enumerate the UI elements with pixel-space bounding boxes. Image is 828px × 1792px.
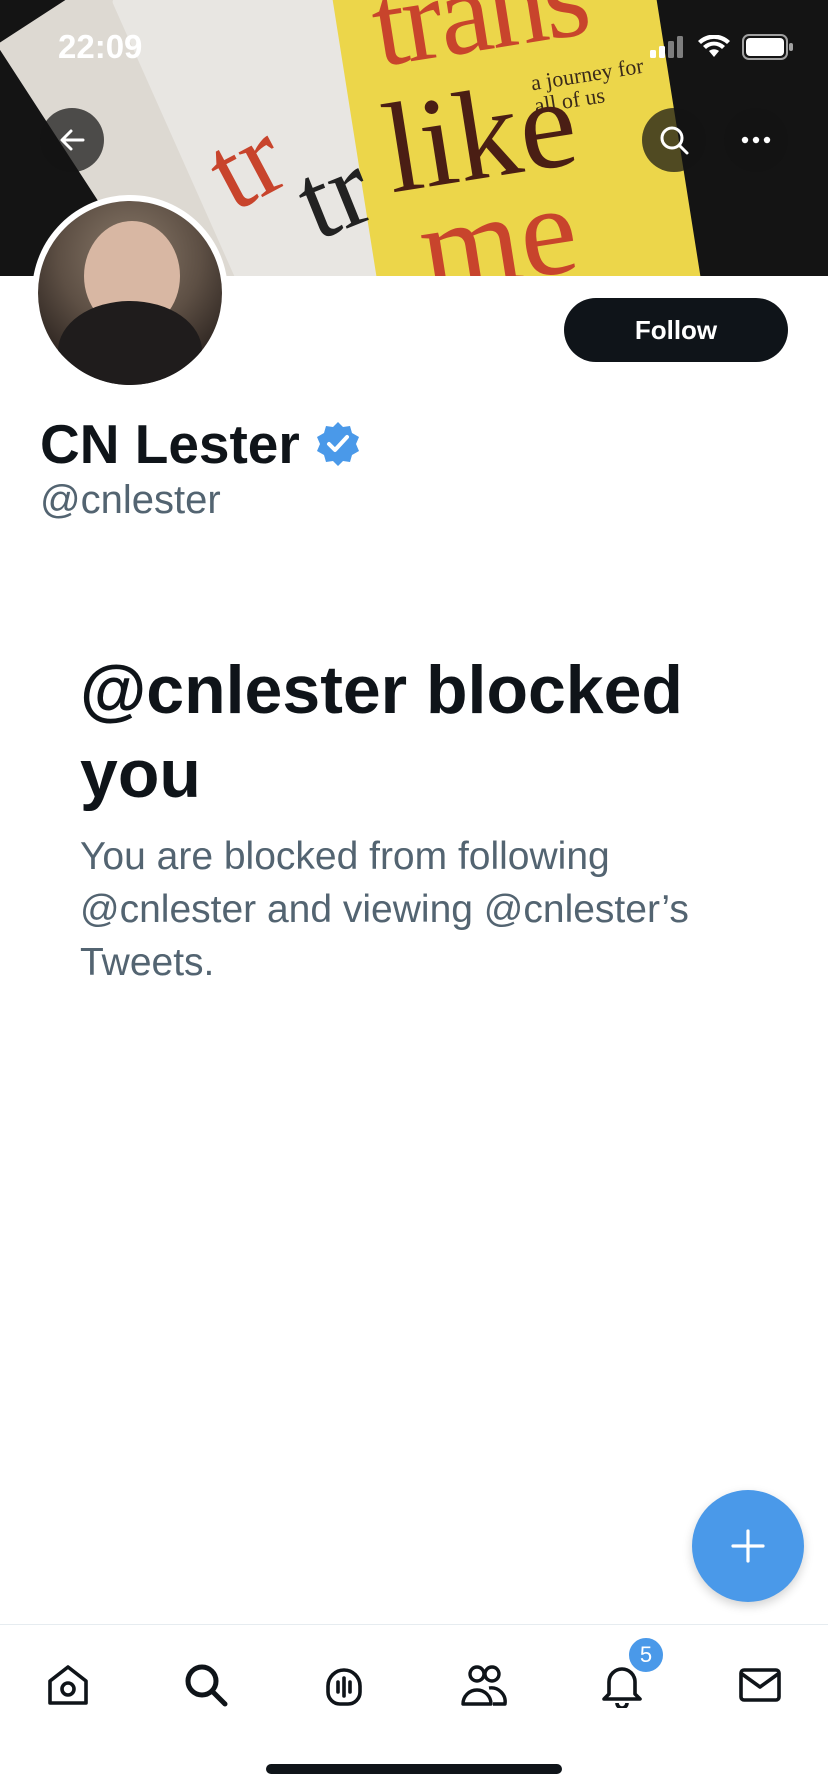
spaces-icon (326, 1668, 362, 1706)
communities-icon (461, 1665, 507, 1706)
avatar-image (38, 201, 222, 385)
banner-book-title-me: me (409, 156, 587, 276)
cellular-signal-icon (650, 36, 683, 58)
tab-communities[interactable] (454, 1655, 514, 1715)
profile-name-row: CN Lester (40, 412, 362, 476)
more-horizontal-icon (741, 136, 771, 144)
avatar[interactable] (32, 195, 228, 391)
plus-icon (731, 1529, 765, 1563)
notifications-badge: 5 (626, 1635, 666, 1675)
verified-badge-icon[interactable] (314, 420, 362, 468)
tab-messages[interactable] (730, 1655, 790, 1715)
compose-tweet-button[interactable] (692, 1490, 804, 1602)
home-icon (48, 1665, 88, 1705)
search-button[interactable] (642, 108, 706, 172)
status-icons (650, 34, 794, 60)
display-name: CN Lester (40, 413, 300, 475)
blocked-title: @cnlester blocked you (80, 652, 683, 812)
mail-icon (739, 1668, 781, 1702)
blocked-description: You are blocked from following @cnlester… (80, 835, 689, 984)
tab-search[interactable] (176, 1655, 236, 1715)
back-button[interactable] (40, 108, 104, 172)
wifi-icon (698, 35, 730, 57)
bottom-tab-bar: 5 (0, 1624, 828, 1745)
search-icon (660, 126, 689, 155)
status-time: 22:09 (58, 28, 143, 65)
battery-icon (742, 34, 793, 60)
home-indicator[interactable] (266, 1764, 562, 1774)
tab-spaces[interactable] (314, 1655, 374, 1715)
avatar-hair (58, 301, 202, 385)
search-icon (185, 1664, 228, 1707)
more-options-button[interactable] (724, 108, 788, 172)
user-handle: @cnlester (40, 478, 221, 522)
tab-home[interactable] (38, 1655, 98, 1715)
follow-button[interactable]: Follow (564, 298, 788, 362)
arrow-left-icon (60, 129, 85, 151)
